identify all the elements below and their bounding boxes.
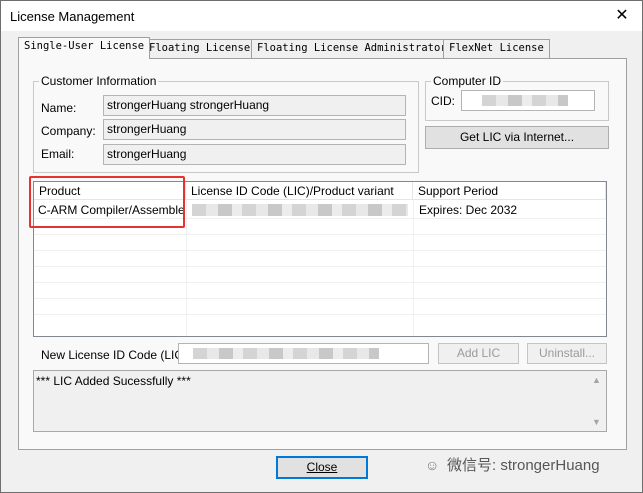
cid-label: CID: <box>431 94 455 108</box>
license-management-window: License Management ✕ Single-User License… <box>0 0 643 493</box>
get-lic-via-internet-button[interactable]: Get LIC via Internet... <box>425 126 609 149</box>
title-bar: License Management ✕ <box>1 1 642 31</box>
wechat-watermark: ☺ 微信号: strongerHuang <box>425 454 600 475</box>
cid-value-blurred <box>482 95 568 106</box>
add-lic-button[interactable]: Add LIC <box>438 343 519 364</box>
name-label: Name: <box>41 101 77 115</box>
close-window-icon[interactable]: ✕ <box>607 3 637 29</box>
tab-single-user-license[interactable]: Single-User License <box>18 37 151 59</box>
column-header-lic[interactable]: License ID Code (LIC)/Product variant <box>186 182 413 200</box>
log-scrollbar[interactable]: ▲ ▼ <box>589 371 606 431</box>
status-log[interactable]: *** LIC Added Sucessfully *** ▲ ▼ <box>33 370 607 432</box>
column-header-support-period[interactable]: Support Period <box>413 182 606 200</box>
new-lic-input[interactable] <box>178 343 429 364</box>
tab-flexnet-license[interactable]: FlexNet License <box>443 39 550 58</box>
highlight-annotation <box>29 176 185 228</box>
company-field[interactable]: strongerHuang <box>103 119 406 140</box>
company-label: Company: <box>41 124 96 138</box>
customer-information-legend: Customer Information <box>39 74 159 88</box>
watermark-text: 微信号: strongerHuang <box>447 457 600 474</box>
email-label: Email: <box>41 147 75 161</box>
new-lic-value-blurred <box>193 348 379 359</box>
scroll-up-icon[interactable]: ▲ <box>592 375 601 385</box>
uninstall-button[interactable]: Uninstall... <box>527 343 607 364</box>
name-field[interactable]: strongerHuang strongerHuang <box>103 95 406 116</box>
email-field[interactable]: strongerHuang <box>103 144 406 165</box>
window-title: License Management <box>10 9 135 24</box>
table-row-lic-blurred <box>192 204 408 216</box>
close-button[interactable]: Close <box>276 456 368 479</box>
table-row-support-period[interactable]: Expires: Dec 2032 <box>419 203 604 217</box>
wechat-icon: ☺ <box>425 457 440 473</box>
tab-floating-license-administrator[interactable]: Floating License Administrator <box>251 39 453 58</box>
log-message: *** LIC Added Sucessfully *** <box>36 374 191 388</box>
computer-id-legend: Computer ID <box>431 74 504 88</box>
new-lic-label: New License ID Code (LIC): <box>41 348 191 362</box>
scroll-down-icon[interactable]: ▼ <box>592 417 601 427</box>
cid-field[interactable] <box>461 90 595 111</box>
tab-floating-license[interactable]: Floating License <box>143 39 257 58</box>
